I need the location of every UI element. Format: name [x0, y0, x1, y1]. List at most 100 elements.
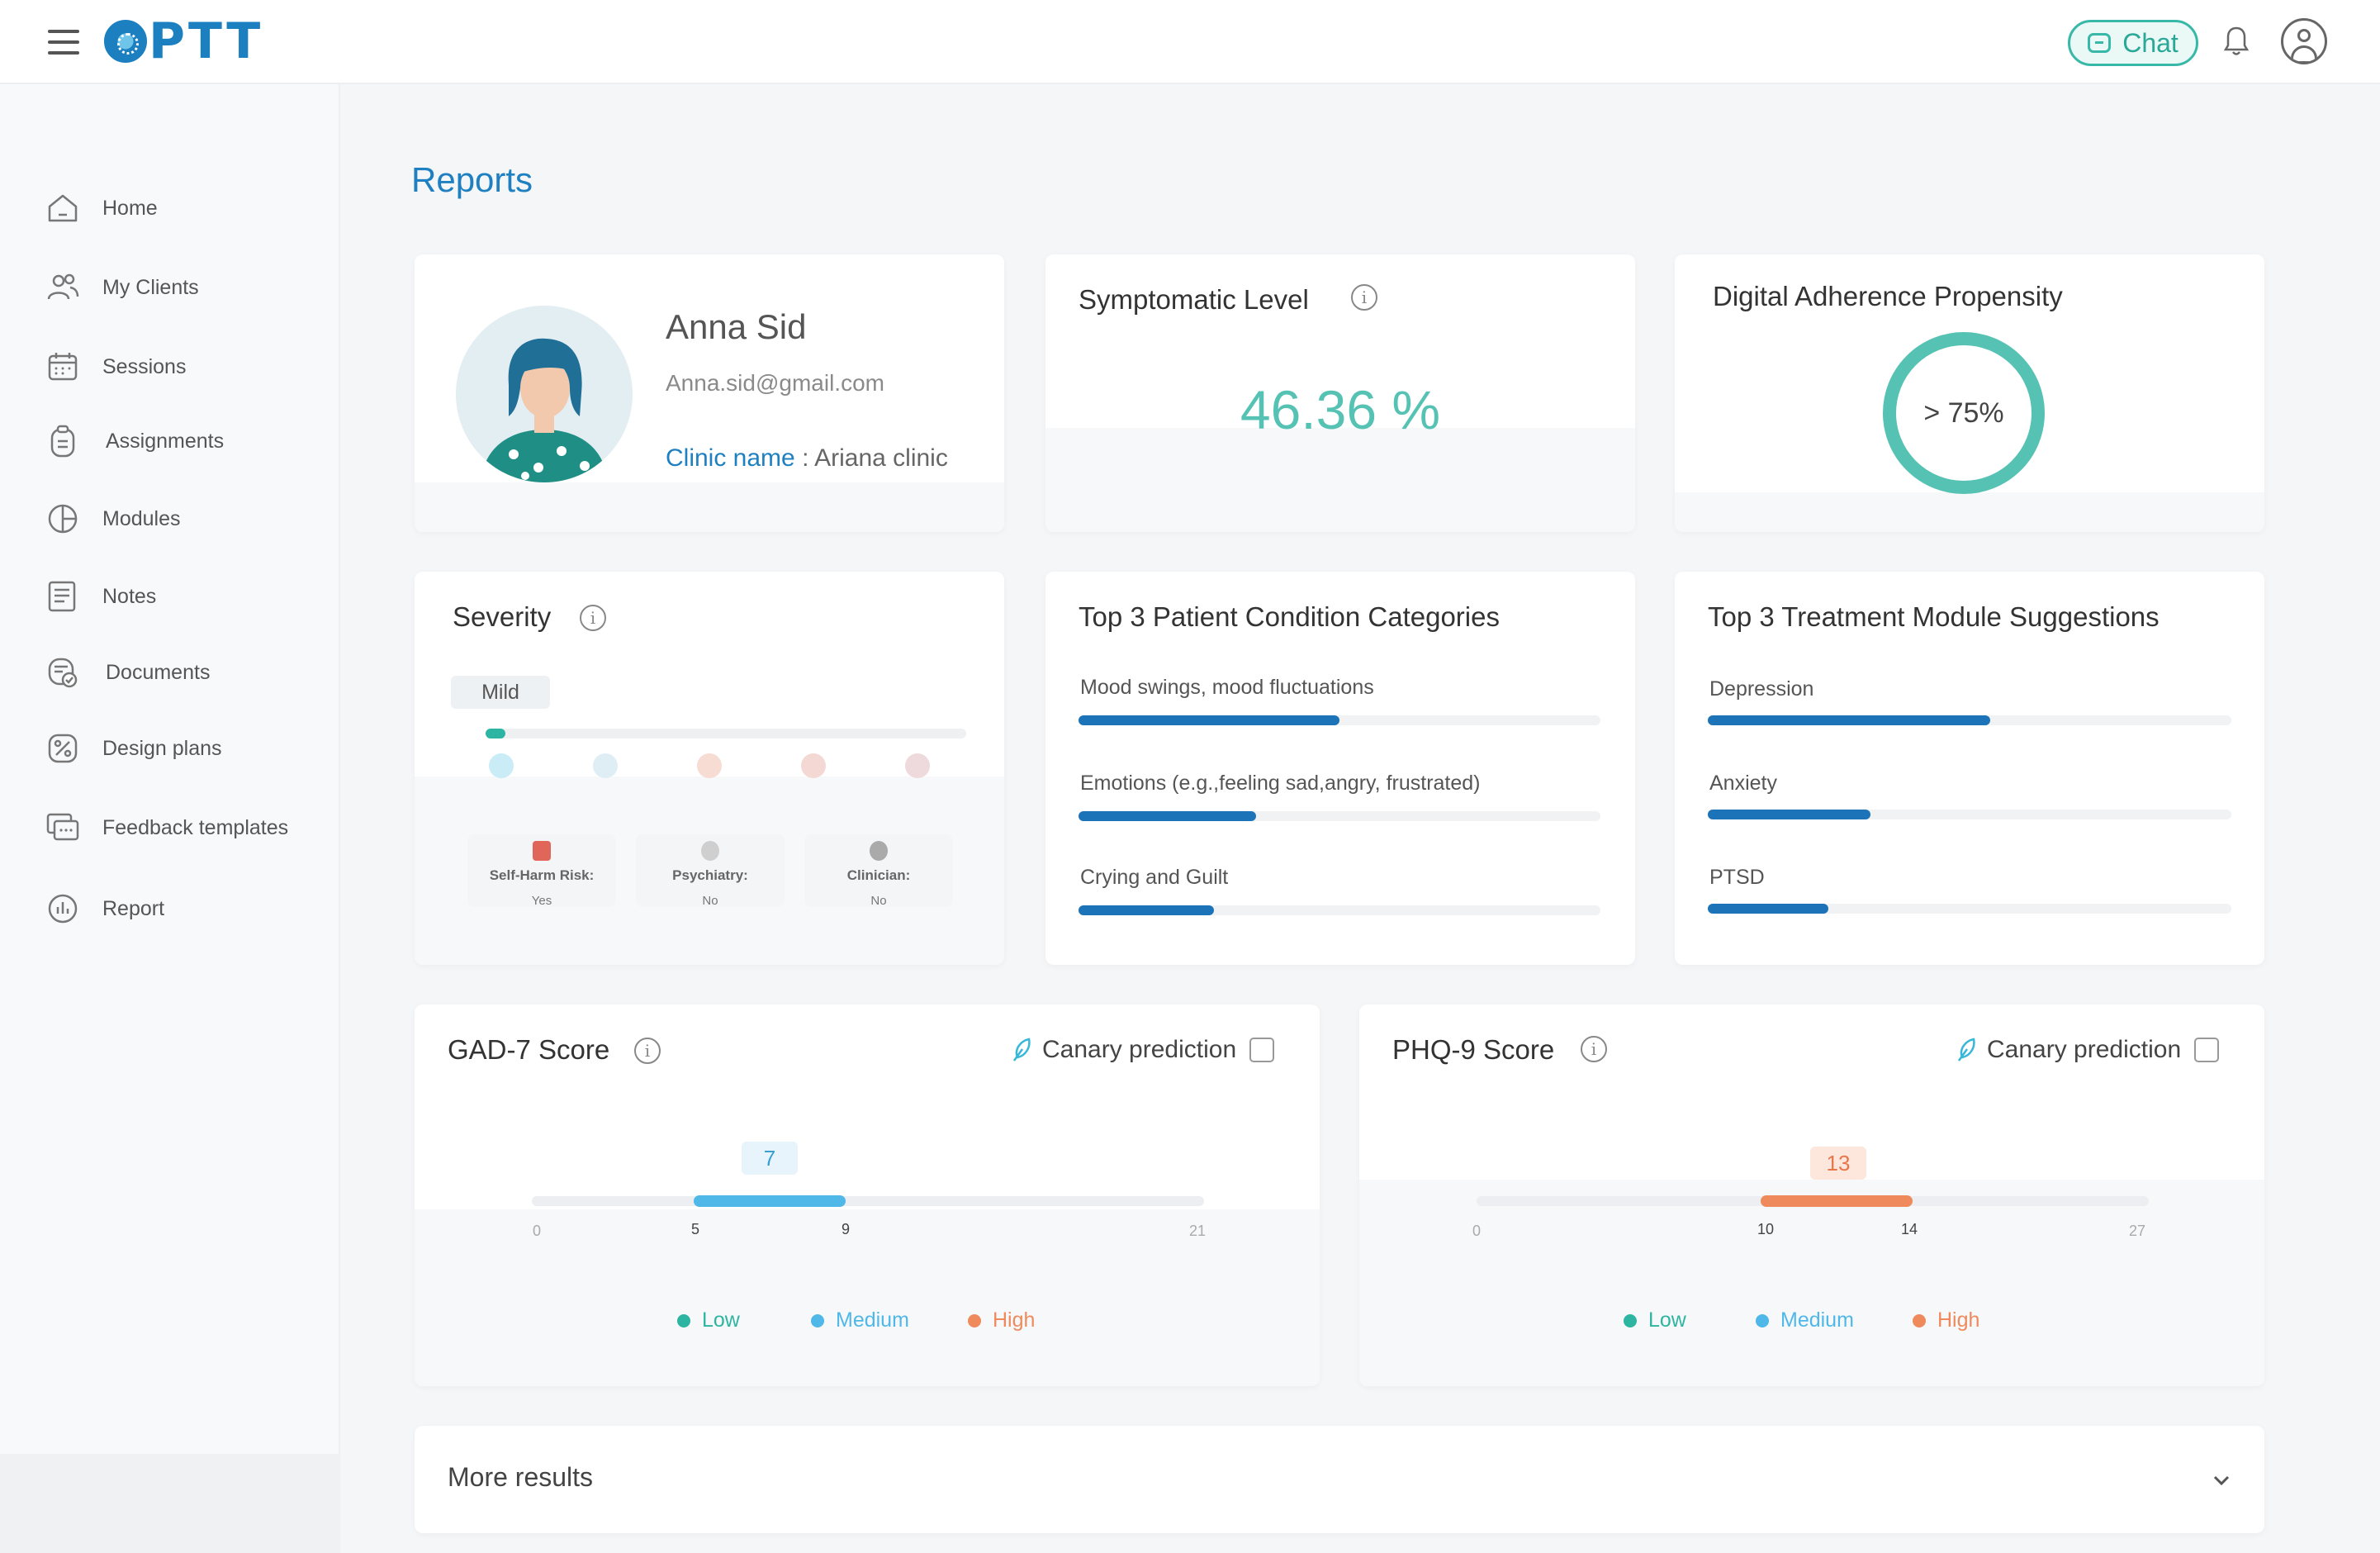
condition-bar — [1079, 715, 1339, 725]
sidebar-item-report[interactable]: Report — [45, 884, 164, 933]
sidebar-item-feedback-templates[interactable]: Feedback templates — [45, 803, 288, 852]
legend-label: Low — [702, 1308, 740, 1332]
sidebar-item-sessions[interactable]: Sessions — [45, 342, 186, 392]
sidebar-item-assignments[interactable]: Assignments — [45, 416, 224, 466]
module-bar — [1708, 715, 1990, 725]
legend-label: Medium — [836, 1308, 909, 1332]
condition-label: Crying and Guilt — [1080, 866, 1229, 889]
sidebar-item-label: Sessions — [102, 354, 187, 378]
documents-icon — [48, 658, 78, 688]
legend-label: High — [1937, 1308, 1980, 1332]
card-title: Top 3 Patient Condition Categories — [1079, 601, 1500, 632]
clients-icon — [47, 273, 79, 300]
module-label: Anxiety — [1709, 772, 1777, 795]
top-bar: PTT Chat — [0, 0, 2380, 84]
more-results-panel[interactable]: More results — [415, 1426, 2264, 1533]
sidebar-item-documents[interactable]: Documents — [45, 648, 210, 697]
logo-text: PTT — [149, 12, 264, 70]
modules-card: Top 3 Treatment Module Suggestions Depre… — [1675, 572, 2264, 965]
legend-label: High — [993, 1308, 1036, 1332]
sidebar-item-label: Report — [102, 896, 165, 920]
sidebar-item-my-clients[interactable]: My Clients — [45, 263, 199, 312]
calendar-icon — [48, 353, 78, 381]
tick-range-low: 5 — [690, 1221, 700, 1237]
plus-icon — [870, 841, 888, 861]
condition-bar — [1079, 811, 1256, 821]
gad7-canary-toggle[interactable]: Canary prediction — [1011, 1036, 1275, 1064]
bell-icon[interactable] — [2223, 25, 2250, 58]
info-icon[interactable]: i — [634, 1038, 661, 1064]
canary-checkbox[interactable] — [2194, 1038, 2220, 1062]
menu-icon[interactable] — [48, 28, 81, 56]
condition-label: Mood swings, mood fluctuations — [1080, 676, 1374, 699]
legend-low: Low — [677, 1308, 740, 1332]
clinic-value: Ariana clinic — [814, 444, 948, 472]
clipboard-icon — [50, 425, 75, 458]
severity-step-icon — [489, 753, 514, 778]
flag-value: No — [870, 894, 887, 908]
card-title: PHQ-9 Score — [1392, 1034, 1555, 1065]
more-results-label: More results — [448, 1462, 594, 1492]
gad7-card: GAD-7 Score i Canary prediction 7 0 5 9 … — [415, 1004, 1320, 1386]
sidebar-item-label: Notes — [102, 584, 157, 608]
sidebar-item-label: Design plans — [102, 736, 222, 760]
phq9-canary-toggle[interactable]: Canary prediction — [1956, 1036, 2220, 1064]
tick-min: 0 — [1472, 1223, 1482, 1239]
tick-max: 27 — [2128, 1223, 2146, 1239]
legend-dot — [1756, 1313, 1769, 1327]
phq9-card: PHQ-9 Score i Canary prediction 13 0 10 … — [1359, 1004, 2264, 1386]
severity-level-badge: Mild — [451, 676, 550, 709]
chat-button[interactable]: Chat — [2068, 20, 2198, 66]
chat-icon — [2088, 33, 2112, 53]
client-email: Anna.sid@gmail.com — [666, 370, 884, 396]
severity-card: Severity i Mild Self-Harm Risk: Yes Psyc… — [415, 572, 1004, 965]
tick-min: 0 — [532, 1223, 542, 1239]
flag-value: No — [702, 894, 718, 908]
modules-icon — [48, 504, 78, 534]
clinic-label: Clinic name — [666, 444, 795, 472]
chevron-down-icon[interactable] — [2210, 1469, 2233, 1492]
notes-icon — [48, 581, 76, 612]
profile-icon[interactable] — [2281, 18, 2327, 64]
severity-fill — [486, 729, 505, 739]
adherence-value: > 75% — [1923, 397, 2004, 429]
info-icon[interactable]: i — [1581, 1036, 1607, 1062]
canary-label: Canary prediction — [1042, 1036, 1237, 1063]
canary-label: Canary prediction — [1987, 1036, 2182, 1063]
clinic-line: Clinic name : Ariana clinic — [666, 444, 948, 473]
severity-step-icon — [697, 753, 722, 778]
sidebar-item-design-plans[interactable]: Design plans — [45, 724, 222, 773]
score-range-bar — [694, 1195, 846, 1207]
canary-checkbox[interactable] — [1249, 1038, 1275, 1062]
tick-max: 21 — [1188, 1223, 1207, 1239]
sidebar-item-home[interactable]: Home — [45, 183, 158, 233]
legend-dot — [1624, 1313, 1637, 1327]
client-avatar — [456, 306, 633, 482]
psychiatry-flag: Psychiatry: No — [636, 834, 785, 908]
condition-bar — [1079, 905, 1214, 915]
adherence-card: Digital Adherence Propensity > 75% — [1675, 254, 2264, 532]
info-icon[interactable]: i — [580, 605, 606, 631]
module-label: Depression — [1709, 677, 1814, 701]
score-track — [532, 1196, 1204, 1206]
symptomatic-value: 46.36 % — [1240, 379, 1441, 440]
legend-dot — [811, 1313, 824, 1327]
severity-step-icon — [801, 753, 826, 778]
severity-track — [486, 729, 966, 739]
sidebar-item-modules[interactable]: Modules — [45, 494, 181, 544]
app-logo[interactable]: PTT — [104, 15, 263, 68]
profile-card: Anna Sid Anna.sid@gmail.com Clinic name … — [415, 254, 1004, 532]
sidebar-item-label: Home — [102, 196, 158, 220]
info-icon[interactable]: i — [1351, 284, 1377, 311]
clinician-flag: Clinician: No — [804, 834, 953, 908]
legend-dot — [1913, 1313, 1926, 1327]
sidebar-item-label: Feedback templates — [102, 815, 289, 839]
flag-label: Clinician: — [846, 867, 911, 883]
sidebar-item-notes[interactable]: Notes — [45, 572, 156, 621]
clinic-separator: : — [794, 444, 815, 472]
tick-range-high: 14 — [1900, 1221, 1918, 1237]
legend-label: Medium — [1780, 1308, 1854, 1332]
flag-label: Self-Harm Risk: — [489, 867, 595, 883]
tick-range-high: 9 — [841, 1221, 851, 1237]
card-title: Digital Adherence Propensity — [1713, 281, 2063, 311]
